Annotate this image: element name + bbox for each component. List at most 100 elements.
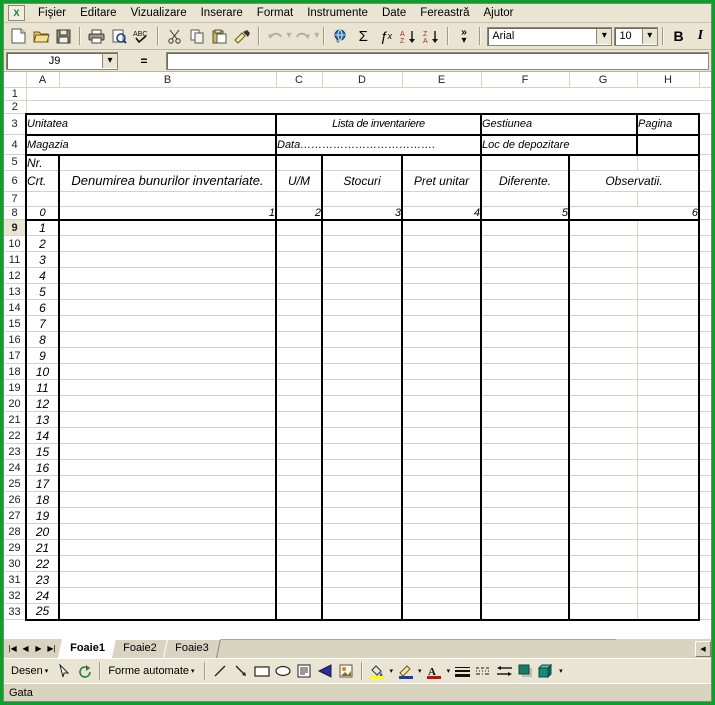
cell-um[interactable] bbox=[276, 507, 323, 524]
column-header-e[interactable]: E bbox=[402, 72, 482, 88]
column-header-partial[interactable] bbox=[699, 72, 711, 88]
cell-pret[interactable] bbox=[402, 443, 482, 460]
cell-pret[interactable] bbox=[402, 251, 482, 268]
cell-stocuri[interactable] bbox=[322, 491, 403, 508]
formula-input[interactable] bbox=[166, 51, 709, 70]
cell-empty[interactable] bbox=[59, 154, 277, 171]
cell-denumire[interactable] bbox=[59, 475, 277, 492]
horizontal-scrollbar[interactable]: ◀ bbox=[616, 639, 711, 658]
row-header-31[interactable]: 31 bbox=[4, 571, 27, 588]
cell-empty[interactable] bbox=[699, 206, 711, 220]
cell-diferente[interactable] bbox=[481, 395, 570, 412]
cell-observatii-left[interactable] bbox=[569, 299, 638, 316]
clipart-icon[interactable] bbox=[336, 661, 357, 681]
cell-observatii-right[interactable] bbox=[637, 299, 700, 316]
cell-empty[interactable] bbox=[276, 191, 323, 207]
cell-diferente[interactable] bbox=[481, 315, 570, 332]
cell-denumire[interactable] bbox=[59, 379, 277, 396]
row-header-10[interactable]: 10 bbox=[4, 235, 27, 252]
cell-diferente[interactable] bbox=[481, 427, 570, 444]
cell-stocuri[interactable] bbox=[322, 587, 403, 604]
column-header-a[interactable]: A bbox=[26, 72, 60, 88]
function-icon[interactable]: ƒx bbox=[376, 26, 397, 47]
cell-empty[interactable] bbox=[699, 235, 711, 252]
redo-icon[interactable] bbox=[293, 26, 314, 47]
cell-stocuri[interactable] bbox=[322, 299, 403, 316]
cell-num-6[interactable]: 6 bbox=[569, 206, 700, 221]
cell-denumire[interactable] bbox=[59, 571, 277, 588]
cell-empty[interactable] bbox=[26, 100, 711, 114]
cell-empty[interactable] bbox=[322, 154, 403, 171]
menu-item-inserare[interactable]: Inserare bbox=[194, 5, 250, 21]
cell-item-number[interactable]: 2 bbox=[25, 235, 60, 252]
cell-pagina-value[interactable] bbox=[637, 133, 700, 156]
cell-diferente[interactable]: Diferente. bbox=[481, 170, 570, 192]
cell-empty[interactable] bbox=[699, 411, 711, 428]
row-header-16[interactable]: 16 bbox=[4, 331, 27, 348]
cell-diferente[interactable] bbox=[481, 219, 570, 236]
cell-stocuri[interactable] bbox=[322, 379, 403, 396]
cell-observatii-right[interactable] bbox=[637, 555, 700, 572]
cell-stocuri[interactable] bbox=[322, 251, 403, 268]
dash-style-icon[interactable] bbox=[473, 661, 494, 681]
cell-empty[interactable] bbox=[699, 571, 711, 588]
cell-item-number[interactable]: 4 bbox=[25, 267, 60, 284]
cell-denumire[interactable] bbox=[59, 299, 277, 316]
cell-observatii-right[interactable] bbox=[637, 587, 700, 604]
cell-observatii-left[interactable] bbox=[569, 459, 638, 476]
sort-asc-icon[interactable]: AZ bbox=[398, 26, 419, 47]
cell-pret[interactable] bbox=[402, 283, 482, 300]
cell-observatii-right[interactable] bbox=[637, 331, 700, 348]
last-sheet-button[interactable]: ▶| bbox=[45, 641, 58, 656]
cell-item-number[interactable]: 19 bbox=[25, 507, 60, 524]
cell-denumire[interactable] bbox=[59, 411, 277, 428]
cell-item-number[interactable]: 8 bbox=[25, 331, 60, 348]
next-sheet-button[interactable]: ▶ bbox=[32, 641, 45, 656]
menu-item-instrumente[interactable]: Instrumente bbox=[300, 5, 375, 21]
cell-denumire[interactable] bbox=[59, 395, 277, 412]
cell-um[interactable] bbox=[276, 267, 323, 284]
cell-observatii-right[interactable] bbox=[637, 491, 700, 508]
cell-denumire[interactable] bbox=[59, 283, 277, 300]
menu-item-fereastra[interactable]: Fereastră bbox=[413, 5, 476, 21]
undo-icon[interactable] bbox=[265, 26, 286, 47]
row-header-4[interactable]: 4 bbox=[4, 134, 27, 155]
cell-observatii-left[interactable] bbox=[569, 491, 638, 508]
cell-denumire[interactable] bbox=[59, 523, 277, 540]
column-header-h[interactable]: H bbox=[637, 72, 700, 88]
cell-observatii-left[interactable] bbox=[569, 331, 638, 348]
cell-denumire[interactable] bbox=[59, 603, 277, 621]
cell-denumire[interactable] bbox=[59, 555, 277, 572]
select-arrow-icon[interactable] bbox=[53, 661, 74, 681]
cell-empty[interactable] bbox=[699, 395, 711, 412]
row-header-12[interactable]: 12 bbox=[4, 267, 27, 284]
cell-stocuri[interactable] bbox=[322, 331, 403, 348]
cell-num-5[interactable]: 5 bbox=[481, 206, 570, 221]
cell-stocuri[interactable] bbox=[322, 235, 403, 252]
cell-empty[interactable] bbox=[699, 134, 711, 155]
three-d-icon[interactable] bbox=[536, 661, 557, 681]
row-header-30[interactable]: 30 bbox=[4, 555, 27, 572]
cell-item-number[interactable]: 13 bbox=[25, 411, 60, 428]
arrow-icon[interactable] bbox=[231, 661, 252, 681]
cell-um[interactable] bbox=[276, 539, 323, 556]
row-header-21[interactable]: 21 bbox=[4, 411, 27, 428]
wordart-icon[interactable] bbox=[315, 661, 336, 681]
cell-num-1[interactable]: 1 bbox=[59, 206, 277, 221]
cell-um[interactable] bbox=[276, 331, 323, 348]
cell-observatii-right[interactable] bbox=[637, 219, 700, 236]
cell-stocuri[interactable] bbox=[322, 523, 403, 540]
cell-denumire[interactable] bbox=[59, 363, 277, 380]
cell-empty[interactable] bbox=[699, 459, 711, 476]
cell-observatii-right[interactable] bbox=[637, 379, 700, 396]
cell-pret[interactable] bbox=[402, 603, 482, 621]
cell-pret[interactable] bbox=[402, 235, 482, 252]
cell-um[interactable] bbox=[276, 555, 323, 572]
cell-pret[interactable] bbox=[402, 459, 482, 476]
cell-pret[interactable] bbox=[402, 379, 482, 396]
row-header-17[interactable]: 17 bbox=[4, 347, 27, 364]
cell-empty[interactable] bbox=[699, 347, 711, 364]
cell-diferente[interactable] bbox=[481, 267, 570, 284]
cell-pret[interactable] bbox=[402, 363, 482, 380]
cell-empty[interactable] bbox=[637, 191, 700, 207]
